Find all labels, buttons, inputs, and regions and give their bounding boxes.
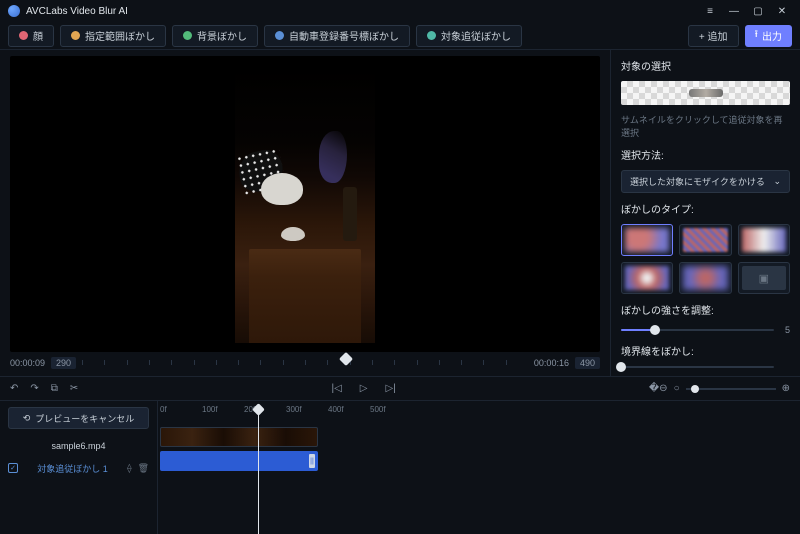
blur-type-3[interactable] [738, 224, 790, 256]
strength-value: 5 [780, 325, 790, 335]
video-frame [235, 65, 375, 343]
zoom-thumb-icon[interactable] [691, 385, 699, 393]
method-value: 選択した対象にモザイクをかける [630, 175, 765, 188]
blur-type-1[interactable] [621, 224, 673, 256]
prev-frame-button[interactable]: |◁ [331, 383, 341, 394]
zoom-slider[interactable] [686, 388, 776, 390]
reload-icon: ⟲ [23, 413, 31, 424]
strength-label: ぼかしの強さを調整: [621, 302, 790, 317]
blur-type-2[interactable] [679, 224, 731, 256]
target-thumbnail[interactable] [621, 81, 790, 105]
app-title: AVCLabs Video Blur AI [26, 6, 128, 17]
blur-type-custom[interactable]: ▣ [738, 262, 790, 294]
current-frame: 290 [51, 357, 76, 369]
export-label: 出力 [762, 28, 782, 43]
blur-track-label[interactable]: 対象追従ぼかし 1 [37, 462, 108, 475]
play-button[interactable]: ▷ [360, 383, 368, 394]
edge-label: 境界線をぼかし: [621, 343, 790, 358]
mode-face-button[interactable]: 顔 [8, 25, 54, 47]
mode-plate-button[interactable]: 自動車登録番号標ぼかし [264, 25, 410, 47]
app-logo [8, 5, 20, 17]
clip-handle-icon[interactable]: || [309, 454, 315, 468]
select-target-title: 対象の選択 [621, 58, 790, 73]
mode-track-label: 対象追従ぼかし [441, 28, 511, 43]
mode-face-label: 顔 [33, 28, 43, 43]
blur-clip[interactable]: || [160, 451, 318, 471]
split-button[interactable]: ⧉ [51, 383, 58, 394]
mode-fixed-label: 指定範囲ぼかし [85, 28, 155, 43]
cancel-preview-label: プレビューをキャンセル [35, 412, 134, 425]
thumbnail-hint: サムネイルをクリックして追従対象を再選択 [621, 113, 790, 139]
delete-icon[interactable]: 🗑 [138, 463, 149, 474]
edge-slider[interactable] [621, 366, 774, 368]
seek-bar[interactable] [82, 356, 528, 370]
blur-type-label: ぼかしのタイプ: [621, 201, 790, 216]
total-time: 00:00:16 [534, 358, 569, 368]
add-label: + 追加 [699, 28, 728, 43]
mode-fixed-button[interactable]: 指定範囲ぼかし [60, 25, 166, 47]
video-preview[interactable] [10, 56, 600, 352]
zoom-in-button[interactable]: ⊕ [782, 383, 790, 394]
timeline-playhead[interactable] [258, 405, 259, 534]
method-label: 選択方法: [621, 147, 790, 162]
minimize-button[interactable]: — [724, 2, 744, 20]
blur-type-5[interactable] [679, 262, 731, 294]
total-frame: 490 [575, 357, 600, 369]
mode-background-label: 背景ぼかし [197, 28, 247, 43]
current-time: 00:00:09 [10, 358, 45, 368]
cut-button[interactable]: ✂ [70, 383, 78, 394]
export-icon: ⭱ [755, 27, 759, 44]
method-select[interactable]: 選択した対象にモザイクをかける ⌄ [621, 170, 790, 193]
video-clip[interactable] [160, 427, 318, 447]
next-frame-button[interactable]: ▷| [385, 383, 395, 394]
undo-button[interactable]: ↶ [10, 383, 18, 394]
image-icon: ▣ [742, 266, 786, 290]
zoom-out-button[interactable]: �⊖ [649, 383, 668, 394]
eye-off-icon[interactable]: ⟠ [127, 463, 131, 474]
maximize-button[interactable]: ▢ [748, 2, 768, 20]
close-button[interactable]: ✕ [772, 2, 792, 20]
mode-plate-label: 自動車登録番号標ぼかし [289, 28, 399, 43]
track-visible-checkbox[interactable]: ✓ [8, 463, 18, 473]
mode-background-button[interactable]: 背景ぼかし [172, 25, 258, 47]
cancel-preview-button[interactable]: ⟲ プレビューをキャンセル [8, 407, 149, 429]
add-button[interactable]: + 追加 [688, 25, 739, 47]
chevron-down-icon: ⌄ [773, 176, 781, 187]
target-object [689, 89, 723, 97]
slider-thumb-icon[interactable] [616, 362, 626, 372]
mode-track-button[interactable]: 対象追従ぼかし [416, 25, 522, 47]
zoom-fit-button[interactable]: ○ [674, 383, 680, 394]
export-button[interactable]: ⭱出力 [745, 25, 793, 47]
blur-type-4[interactable] [621, 262, 673, 294]
redo-button[interactable]: ↷ [30, 383, 38, 394]
strength-slider[interactable] [621, 329, 774, 331]
slider-thumb-icon[interactable] [650, 325, 660, 335]
menu-icon[interactable]: ≡ [700, 2, 720, 20]
video-track-label: sample6.mp4 [0, 435, 157, 457]
